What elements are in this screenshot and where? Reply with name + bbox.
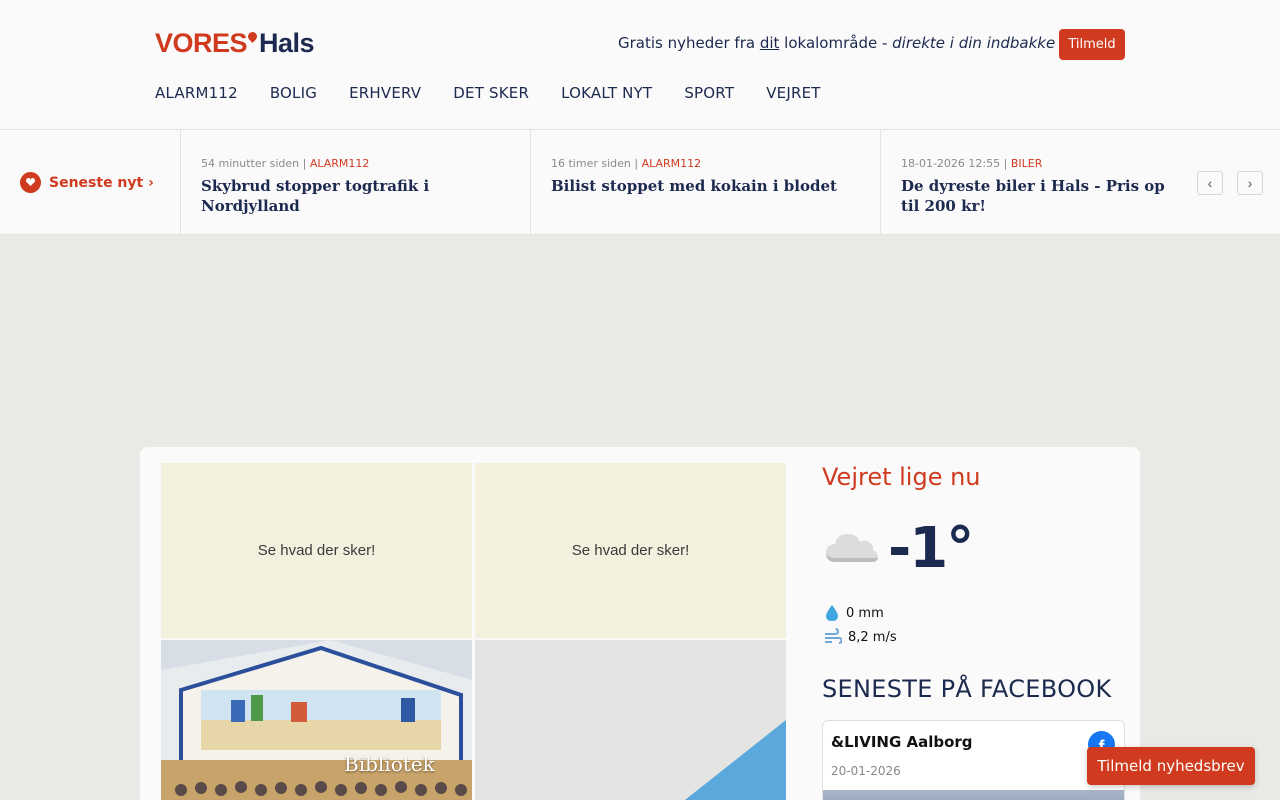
abstract-tile-image — [475, 640, 786, 800]
raindrop-icon — [826, 605, 838, 621]
location-pin-icon — [246, 30, 259, 43]
weather-temperature: -1° — [888, 516, 974, 581]
weather-rain: 0 mm — [824, 604, 884, 622]
weather-wind: 8,2 m/s — [824, 628, 897, 646]
nav-item-alarm112[interactable]: ALARM112 — [155, 84, 238, 102]
weather-wind-value: 8,2 m/s — [848, 629, 897, 645]
library-photo-image — [161, 640, 472, 800]
event-tile[interactable]: Se hvad der sker! — [161, 463, 472, 638]
ticker-next-button[interactable]: › — [1237, 171, 1263, 195]
logo-hals: Hals — [259, 28, 315, 58]
signup-button[interactable]: Tilmeld — [1059, 29, 1125, 60]
facebook-post-image[interactable] — [823, 790, 1124, 800]
wind-icon — [825, 628, 842, 644]
ticker-category[interactable]: BILER — [1011, 157, 1043, 170]
ticker-title[interactable]: De dyreste biler i Hals - Pris op til 20… — [901, 176, 1180, 216]
tagline-dit: dit — [759, 34, 780, 52]
ticker-time: 18-01-2026 12:55 — [901, 157, 1001, 170]
latest-news-label: Seneste nyt › — [49, 174, 154, 191]
facebook-post-date: 20-01-2026 — [831, 764, 901, 778]
ticker-prev-button[interactable]: ‹ — [1197, 171, 1223, 195]
ticker-item[interactable]: 18-01-2026 12:55 | BILER De dyreste bile… — [880, 130, 1180, 234]
tagline-pre: Gratis nyheder fra — [618, 34, 760, 52]
nav-item-sport[interactable]: SPORT — [684, 84, 734, 102]
nav-item-erhverv[interactable]: ERHVERV — [349, 84, 421, 102]
ticker-time: 16 timer siden — [551, 157, 631, 170]
library-photo[interactable]: Bibliotek — [161, 640, 472, 800]
nav-item-lokalt-nyt[interactable]: LOKALT NYT — [561, 84, 652, 102]
event-tile-label: Se hvad der sker! — [257, 542, 376, 559]
ticker-meta: 18-01-2026 12:55 | BILER — [901, 157, 1043, 170]
facebook-post-author[interactable]: &LIVING Aalborg — [831, 733, 973, 751]
nav-item-bolig[interactable]: BOLIG — [270, 84, 317, 102]
ticker-title[interactable]: Skybrud stopper togtrafik i Nordjylland — [201, 176, 510, 216]
ticker-time: 54 minutter siden — [201, 157, 300, 170]
ticker-item[interactable]: 54 minutter siden | ALARM112 Skybrud sto… — [180, 130, 530, 234]
tagline-em: direkte i din indbakke — [892, 34, 1056, 52]
nav-item-vejret[interactable]: VEJRET — [766, 84, 820, 102]
event-tile-label: Se hvad der sker! — [571, 542, 690, 559]
ticker-title[interactable]: Bilist stoppet med kokain i blodet — [551, 176, 860, 196]
weather-title: Vejret lige nu — [822, 463, 981, 491]
abstract-tile[interactable] — [475, 640, 786, 800]
nav-item-det-sker[interactable]: DET SKER — [453, 84, 529, 102]
news-ticker: Seneste nyt › 54 minutter siden | ALARM1… — [0, 129, 1280, 235]
logo-vores: VORES — [155, 28, 248, 58]
ticker-item[interactable]: 16 timer siden | ALARM112 Bilist stoppet… — [530, 130, 880, 234]
ticker-meta: 54 minutter siden | ALARM112 — [201, 157, 370, 170]
facebook-section-title: SENESTE PÅ FACEBOOK — [822, 675, 1112, 703]
latest-news-link[interactable]: Seneste nyt › — [20, 172, 154, 193]
ticker-meta: 16 timer siden | ALARM112 — [551, 157, 702, 170]
header-tagline: Gratis nyheder fra dit lokalområde - dir… — [618, 34, 1055, 52]
main-nav: ALARM112 BOLIG ERHVERV DET SKER LOKALT N… — [155, 84, 853, 102]
library-sign: Bibliotek — [344, 752, 435, 776]
site-logo[interactable]: VORES Hals — [155, 28, 315, 59]
heart-icon — [20, 172, 41, 193]
tagline-mid: lokalområde - — [779, 34, 893, 52]
facebook-post[interactable]: &LIVING Aalborg 20-01-2026 f — [822, 720, 1125, 800]
ticker-category[interactable]: ALARM112 — [642, 157, 702, 170]
newsletter-signup-button[interactable]: Tilmeld nyhedsbrev — [1087, 747, 1255, 785]
event-tile[interactable]: Se hvad der sker! — [475, 463, 786, 638]
ticker-category[interactable]: ALARM112 — [310, 157, 370, 170]
cloud-icon — [826, 534, 878, 562]
site-header: VORES Hals Gratis nyheder fra dit lokalom… — [0, 0, 1280, 129]
weather-rain-value: 0 mm — [846, 605, 884, 621]
